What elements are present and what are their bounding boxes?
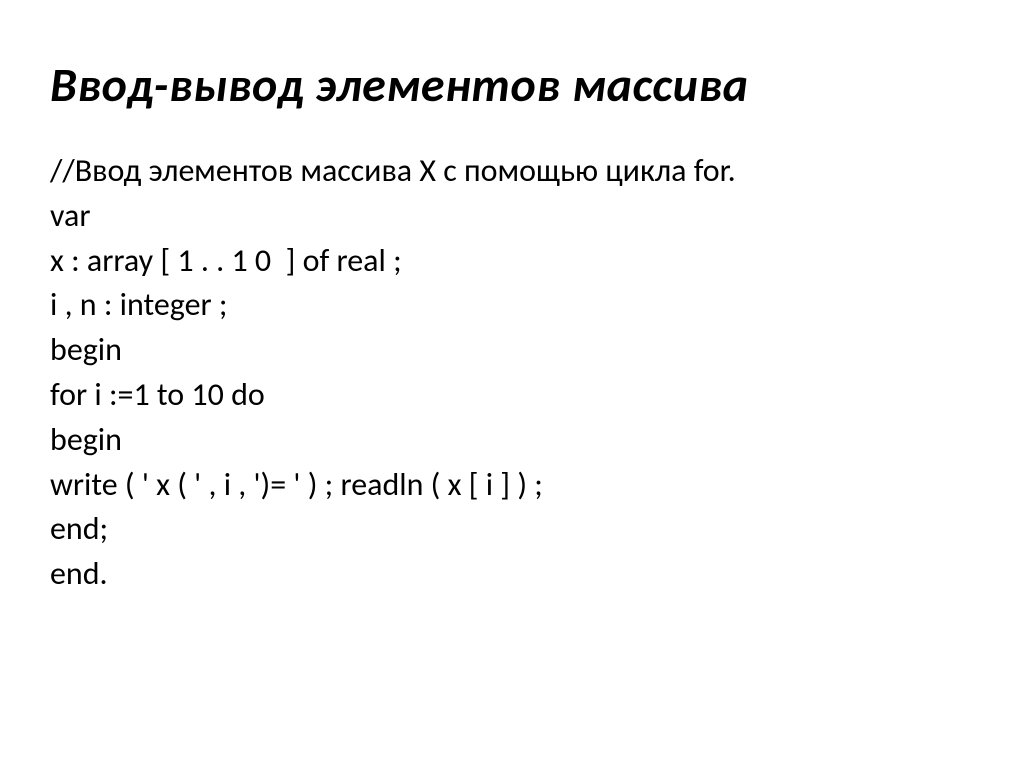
code-line: i , n : integer ; <box>50 283 974 328</box>
code-line: for i :=1 to 10 do <box>50 373 974 418</box>
code-line: begin <box>50 328 974 373</box>
code-line: //Ввод элементов массива Х с помощью цик… <box>50 149 974 194</box>
code-block: //Ввод элементов массива Х с помощью цик… <box>50 149 974 597</box>
code-line: end. <box>50 552 974 597</box>
code-line: var <box>50 194 974 239</box>
code-line: write ( ' x ( ' , i , ')= ' ) ; readln (… <box>50 463 974 508</box>
slide-title: Ввод-вывод элементов массива <box>50 55 974 114</box>
code-line: x : array [ 1 . . 1 0 ] of real ; <box>50 239 974 284</box>
code-line: begin <box>50 418 974 463</box>
code-line: end; <box>50 507 974 552</box>
